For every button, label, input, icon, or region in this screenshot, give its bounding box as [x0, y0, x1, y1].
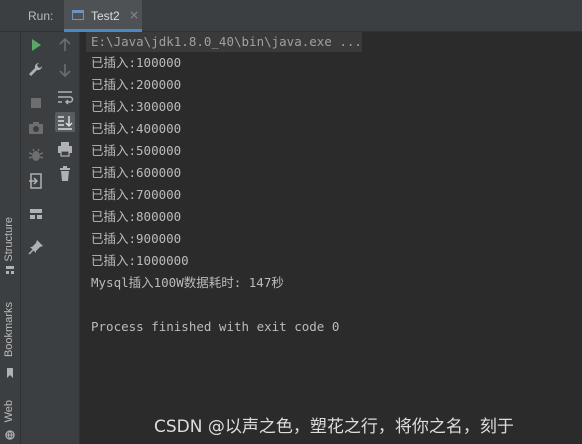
stop-button[interactable]: [26, 93, 46, 113]
exit-icon: [29, 173, 42, 189]
next-occurrence-button[interactable]: [55, 60, 75, 80]
wrench-icon: [29, 62, 43, 76]
console-line: 已插入:100000: [91, 55, 182, 70]
console-output[interactable]: E:\Java\jdk1.8.0_40\bin\java.exe ... 已插入…: [80, 32, 582, 444]
print-icon: [58, 142, 72, 157]
structure-tool-label[interactable]: Structure: [3, 217, 15, 262]
debug-icon: [28, 148, 44, 161]
timing-line: Mysql插入100W数据耗时: 147秒: [91, 275, 284, 290]
soft-wrap-button[interactable]: [55, 87, 75, 107]
dump-threads-button[interactable]: [26, 118, 46, 138]
console-line: 已插入:1000000: [91, 253, 189, 268]
command-text: E:\Java\jdk1.8.0_40\bin\java.exe ...: [91, 34, 362, 49]
arrow-up-icon: [59, 37, 71, 51]
console-line: 已插入:900000: [91, 231, 182, 246]
layout-icon: [30, 209, 42, 219]
rerun-button[interactable]: [26, 35, 46, 55]
tab-test2[interactable]: Test2 ×: [64, 0, 142, 32]
console-line: 已插入:800000: [91, 209, 182, 224]
bookmark-icon: [7, 368, 13, 378]
exit-button[interactable]: [26, 171, 46, 191]
run-icon: [32, 39, 41, 51]
console-actions-column: [51, 32, 80, 444]
structure-icon: [6, 266, 14, 274]
trash-icon: [60, 166, 70, 181]
console-line: 已插入:300000: [91, 99, 182, 114]
camera-icon: [29, 122, 43, 134]
web-tool-label[interactable]: Web: [3, 400, 15, 422]
pin-icon: [28, 240, 43, 255]
scroll-to-end-icon: [58, 116, 73, 130]
console-line: 已插入:500000: [91, 143, 182, 158]
tab-close-icon[interactable]: ×: [129, 8, 139, 22]
scroll-to-end-button[interactable]: [55, 112, 75, 132]
edit-configuration-button[interactable]: [26, 60, 46, 80]
clear-all-button[interactable]: [55, 164, 75, 184]
debug-button[interactable]: [26, 145, 46, 165]
process-finished-line: Process finished with exit code 0: [91, 319, 340, 334]
console-line: 已插入:400000: [91, 121, 182, 136]
console-line: 已插入:200000: [91, 77, 182, 92]
command-line: E:\Java\jdk1.8.0_40\bin\java.exe ...: [86, 32, 362, 52]
run-actions-column: [21, 32, 51, 444]
previous-occurrence-button[interactable]: [55, 35, 75, 55]
print-button[interactable]: [55, 139, 75, 159]
left-tool-strip: Structure Bookmarks Web: [0, 32, 21, 444]
soft-wrap-icon: [58, 91, 74, 105]
csdn-watermark: CSDN @以声之色，塑花之行，将你之名，刻于: [154, 417, 514, 437]
console-line: 已插入:600000: [91, 165, 182, 180]
layout-button[interactable]: [26, 204, 46, 224]
tab-label: Test2: [91, 9, 120, 23]
console-tab-icon: [72, 10, 84, 20]
globe-icon: [5, 430, 15, 440]
pin-tab-button[interactable]: [26, 237, 46, 257]
console-line: 已插入:700000: [91, 187, 182, 202]
bookmarks-tool-label[interactable]: Bookmarks: [3, 302, 15, 357]
run-label: Run:: [28, 9, 54, 23]
stop-icon: [31, 98, 41, 108]
run-toolbar-header: Run: Test2 ×: [0, 0, 582, 32]
arrow-down-icon: [59, 64, 71, 78]
